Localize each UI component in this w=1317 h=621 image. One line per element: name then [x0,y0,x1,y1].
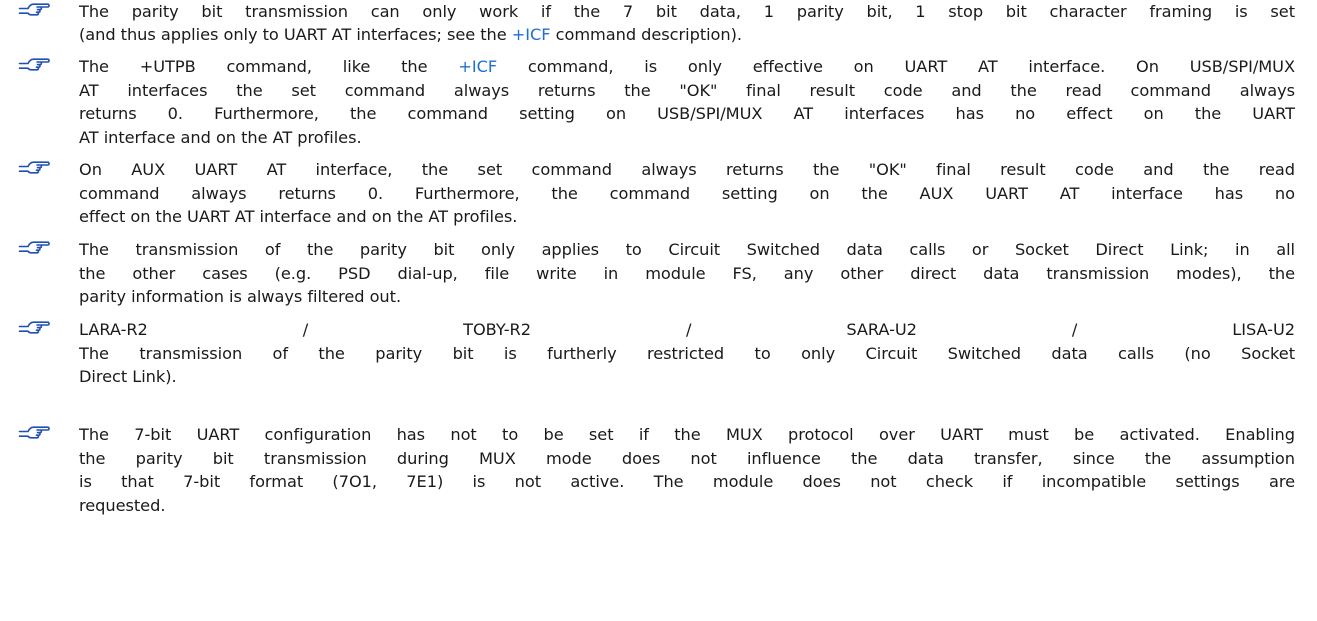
note-text-run: Direct Link). [79,367,177,386]
note-line: requested. [79,494,1295,518]
note-text-run: The transmission of the parity bit is fu… [79,343,1295,363]
note-text-run: command, is only effective on UART AT in… [497,57,1296,76]
note-text-run: AT interfaces the set command always ret… [79,80,1295,100]
note-line: The +UTPB command, like the +ICF command… [79,55,1295,79]
pointing-hand-icon [18,57,50,79]
note-text-run: The 7-bit UART configuration has not to … [79,425,1295,444]
note-line: AT interface and on the AT profiles. [79,126,1295,150]
note-line: the other cases (e.g. PSD dial-up, file … [79,262,1295,286]
note-text-run: The transmission of the parity bit only … [79,240,1295,259]
note-text-run: parity information is always filtered ou… [79,287,402,306]
note-line: the parity bit transmission during MUX m… [79,447,1295,471]
note-text-run: LARA-R2 / TOBY-R2 / SARA-U2 / LISA-U2 [79,320,1295,339]
pointing-hand-icon [18,2,50,24]
note-text-run: the other cases (e.g. PSD dial-up, file … [79,263,1295,283]
note-text-run: is that 7-bit format (7O1, 7E1) is not a… [79,472,1295,491]
note-line: On AUX UART AT interface, the set comman… [79,158,1295,182]
note-text: LARA-R2 / TOBY-R2 / SARA-U2 / LISA-U2 The… [79,318,1295,389]
note-text-run: (and thus applies only to UART AT interf… [79,25,512,44]
note-line: LARA-R2 / TOBY-R2 / SARA-U2 / LISA-U2 [79,318,1295,342]
note-text-run: the parity bit transmission during MUX m… [79,448,1295,468]
note-line: The 7-bit UART configuration has not to … [79,423,1295,447]
pointing-hand-icon [18,240,50,262]
note-line: (and thus applies only to UART AT interf… [79,23,1295,46]
note-text: The 7-bit UART configuration has not to … [79,423,1295,517]
note-text: The +UTPB command, like the +ICF command… [79,55,1295,149]
note-line: Direct Link). [79,365,1295,389]
note-text: On AUX UART AT interface, the set comman… [79,158,1295,229]
note-text-run: command always returns 0. Furthermore, t… [79,183,1295,203]
note-text-run: The parity bit transmission can only wor… [79,2,1295,21]
note-text-run: On AUX UART AT interface, the set comman… [79,160,1295,179]
note-line: The transmission of the parity bit is fu… [79,342,1295,366]
note-text-run: returns 0. Furthermore, the command sett… [79,104,1295,123]
note-line: is that 7-bit format (7O1, 7E1) is not a… [79,470,1295,494]
note-text: The parity bit transmission can only wor… [79,0,1295,46]
note-line: The transmission of the parity bit only … [79,238,1295,262]
note-line: AT interfaces the set command always ret… [79,79,1295,103]
note-line: command always returns 0. Furthermore, t… [79,182,1295,206]
note-line: returns 0. Furthermore, the command sett… [79,102,1295,126]
note-text: The transmission of the parity bit only … [79,238,1295,309]
note-text-run: requested. [79,495,166,515]
note-line: The parity bit transmission can only wor… [79,0,1295,23]
pointing-hand-icon [18,425,50,447]
note-line: effect on the UART AT interface and on t… [79,205,1295,229]
note-text-run: The +UTPB command, like the [79,57,459,76]
icf-command-link[interactable]: +ICF [458,57,497,76]
note-line: parity information is always filtered ou… [79,285,1295,309]
note-text-run: command description). [550,25,742,44]
pointing-hand-icon [18,320,50,342]
note-text-run: effect on the UART AT interface and on t… [79,207,518,226]
icf-command-link[interactable]: +ICF [512,25,551,44]
pointing-hand-icon [18,160,50,182]
note-text-run: AT interface and on the AT profiles. [79,127,362,147]
